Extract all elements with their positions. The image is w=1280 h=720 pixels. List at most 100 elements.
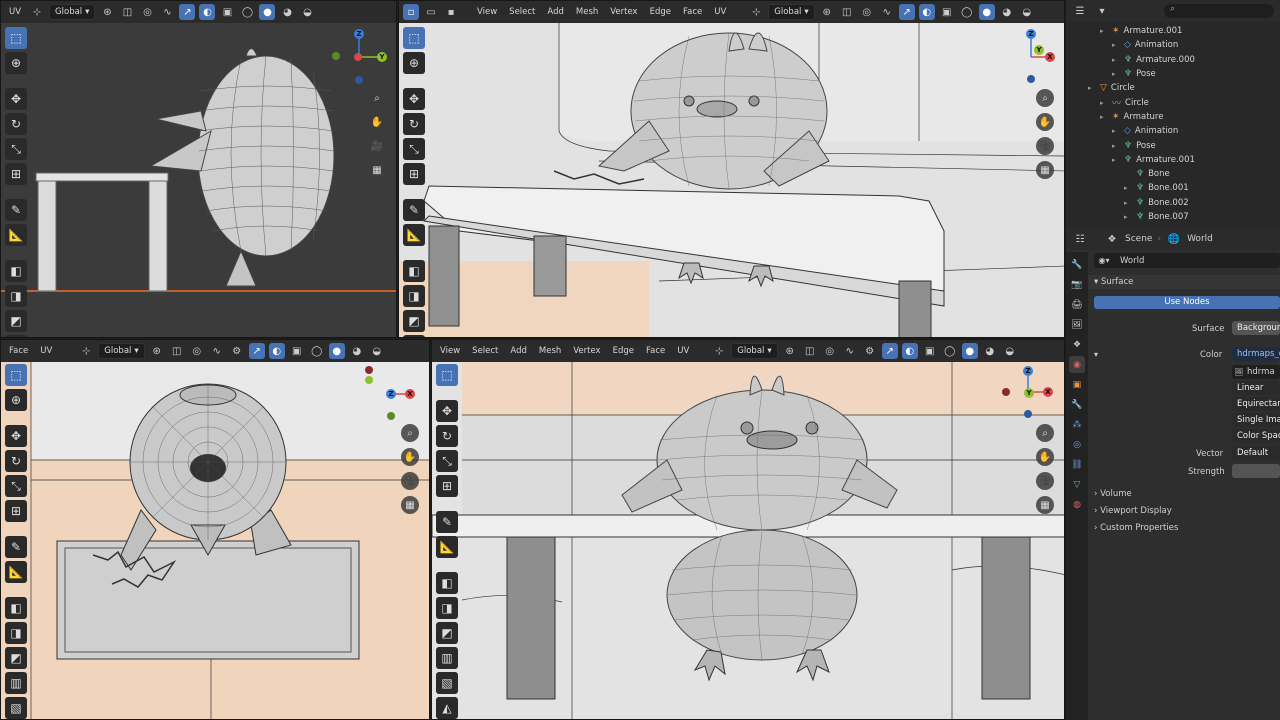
surface-shader-field[interactable]: Background [1232,321,1280,335]
disclosure-triangle-icon[interactable]: ▸ [1112,41,1120,49]
zoom-icon[interactable]: ⌕ [1036,89,1054,107]
source-dropdown[interactable]: Single Image [1232,413,1280,427]
annotate-tool-icon[interactable]: ✎ [436,511,458,533]
solid-shading-icon[interactable]: ● [259,4,276,20]
transform-tool-icon[interactable]: ⊞ [5,500,27,522]
constraints-tab-icon[interactable]: ⛓ [1069,456,1085,473]
gizmo-z-icon[interactable]: Z [386,389,396,399]
edge-menu[interactable]: Edge [609,344,638,358]
gizmo-neg-y-icon[interactable] [365,376,373,384]
uv-menu[interactable]: UV [710,5,730,19]
loop-cut-tool-icon[interactable]: ▥ [5,335,27,337]
navigation-gizmo[interactable]: Z Y X [1001,27,1061,87]
overlay-toggle-icon[interactable]: ◐ [918,4,935,20]
proportional-edit-icon[interactable]: ◎ [139,4,155,20]
outliner-item[interactable]: ▸ ✶ Armature [1066,110,1280,124]
loop-cut-tool-icon[interactable]: ▥ [403,335,425,337]
loop-cut-tool-icon[interactable]: ▥ [5,672,27,694]
uv-menu[interactable]: UV [5,5,25,19]
annotate-tool-icon[interactable]: ✎ [5,536,27,558]
disclosure-triangle-icon[interactable]: ▸ [1112,70,1120,78]
zoom-icon[interactable]: ⌕ [401,424,419,442]
gizmo-toggle-icon[interactable]: ↗ [881,343,898,359]
outliner-item[interactable]: ▸ ♆ Armature.000 [1066,53,1280,67]
poly-build-tool-icon[interactable]: ◭ [436,697,458,719]
viewport-bottom-right[interactable]: View Select Add Mesh Vertex Edge Face UV… [431,339,1065,720]
snap-icon[interactable]: ◫ [839,4,855,20]
projection-dropdown[interactable]: Equirectang [1232,397,1280,411]
editor-type-icon[interactable]: ☷ [1072,231,1088,247]
data-tab-icon[interactable]: ▽ [1069,476,1085,493]
camera-view-icon[interactable]: 🎥 [1036,137,1054,155]
gizmo-toggle-icon[interactable]: ↗ [248,343,265,359]
gizmo-neg-z-icon[interactable] [1027,75,1035,83]
uv-menu[interactable]: UV [36,344,56,358]
measure-tool-icon[interactable]: 📐 [436,536,458,558]
disclosure-triangle-icon[interactable]: ▸ [1112,56,1120,64]
outliner-item[interactable]: ▸ ♆ Pose [1066,67,1280,81]
measure-tool-icon[interactable]: 📐 [5,561,27,583]
measure-tool-icon[interactable]: 📐 [403,224,425,246]
xray-icon[interactable]: ▣ [219,4,235,20]
color-space-dropdown[interactable]: Color Space [1232,429,1280,443]
gizmo-y-icon[interactable]: Y [1024,388,1034,398]
material-shading-icon[interactable]: ◕ [349,343,365,359]
disclosure-triangle-icon[interactable]: ▸ [1124,199,1132,207]
pan-hand-icon[interactable]: ✋ [1036,113,1054,131]
viewport-top-right[interactable]: ▫ ▭ ▪ View Select Add Mesh Vertex Edge F… [398,0,1065,338]
zoom-icon[interactable]: ⌕ [368,89,386,107]
viewport-top-left[interactable]: UV ⊹ Global ▾ ⊛ ◫ ◎ ∿ ↗ ◐ ▣ ◯ ● ◕ ◒ ⬚ ⊕ ✥… [0,0,397,338]
wireframe-shading-icon[interactable]: ◯ [942,343,958,359]
ortho-grid-icon[interactable]: ▦ [1036,161,1054,179]
physics-tab-icon[interactable]: ◎ [1069,436,1085,453]
select-mode-edge-icon[interactable]: ▭ [423,4,439,20]
cursor-tool-icon[interactable]: ⊕ [5,389,27,411]
gizmo-neg-x-icon[interactable] [1002,388,1010,396]
move-tool-icon[interactable]: ✥ [5,88,27,110]
falloff-icon[interactable]: ∿ [879,4,895,20]
pivot-icon[interactable]: ⊛ [782,343,798,359]
image-selector[interactable]: 🖼 hdrma [1232,365,1280,379]
output-tab-icon[interactable]: 🖨 [1069,296,1085,313]
orientation-dropdown[interactable]: Global ▾ [768,4,815,20]
inset-tool-icon[interactable]: ◨ [436,597,458,619]
view-options-icon[interactable]: ⚙ [862,343,878,359]
rendered-shading-icon[interactable]: ◒ [369,343,385,359]
rendered-shading-icon[interactable]: ◒ [1019,4,1035,20]
world-selector[interactable]: ◉▾ World [1094,253,1280,268]
disclosure-triangle-icon[interactable]: ▸ [1112,127,1120,135]
extrude-tool-icon[interactable]: ◧ [436,572,458,594]
ortho-grid-icon[interactable]: ▦ [1036,496,1054,514]
mesh-menu[interactable]: Mesh [535,344,565,358]
extrude-tool-icon[interactable]: ◧ [5,597,27,619]
gizmo-y-icon[interactable]: Y [377,52,387,62]
scene-tab-icon[interactable]: ❖ [1069,336,1085,353]
view-menu[interactable]: View [436,344,464,358]
outliner-item[interactable]: ▸ ♆ Bone.002 [1066,196,1280,210]
color-expand-icon[interactable]: ▾ [1094,350,1098,359]
extrude-tool-icon[interactable]: ◧ [5,260,27,282]
rotate-tool-icon[interactable]: ↻ [5,113,27,135]
gizmo-neg-z-icon[interactable] [1024,410,1032,418]
orientation-dropdown[interactable]: Global ▾ [98,343,145,359]
disclosure-triangle-icon[interactable]: ▸ [1124,184,1132,192]
view-layer-tab-icon[interactable]: 🖼 [1069,316,1085,333]
falloff-icon[interactable]: ∿ [842,343,858,359]
vector-field[interactable]: Default [1232,446,1280,460]
transform-tool-icon[interactable]: ⊞ [403,163,425,185]
rotate-tool-icon[interactable]: ↻ [436,425,458,447]
move-tool-icon[interactable]: ✥ [403,88,425,110]
breadcrumb-world[interactable]: World [1187,234,1213,244]
custom-properties-panel-header[interactable]: › Custom Properties [1088,521,1280,535]
knife-tool-icon[interactable]: ▧ [5,697,27,719]
bevel-tool-icon[interactable]: ◩ [403,310,425,332]
pan-hand-icon[interactable]: ✋ [1036,448,1054,466]
rotate-tool-icon[interactable]: ↻ [5,450,27,472]
tool-tab-icon[interactable]: 🔧 [1069,256,1085,273]
gizmo-x-icon[interactable]: X [1043,387,1053,397]
gizmo-toggle-icon[interactable]: ↗ [179,4,196,20]
bevel-tool-icon[interactable]: ◩ [5,310,27,332]
world-name-field[interactable]: World [1120,256,1144,266]
solid-shading-icon[interactable]: ● [978,4,995,20]
cursor-tool-icon[interactable]: ⊕ [5,52,27,74]
